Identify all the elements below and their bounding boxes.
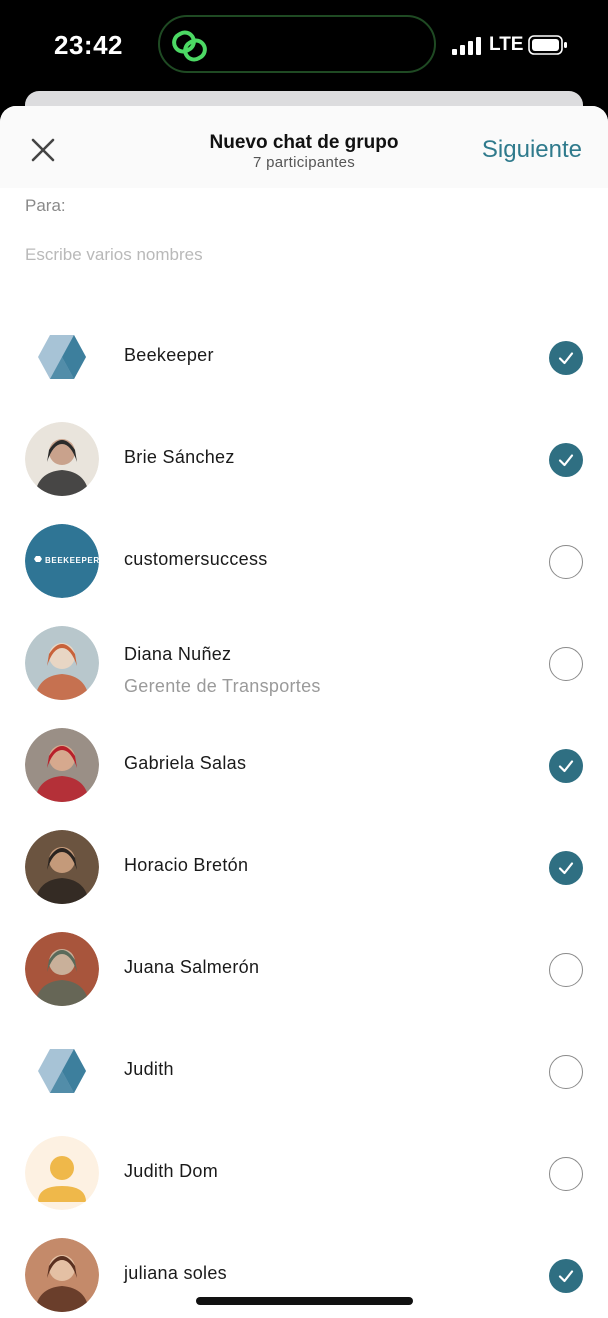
contact-name: Gabriela Salas [124,753,247,773]
recipient-search-input[interactable] [25,242,565,268]
status-bar: 23:42 LTE [0,0,608,92]
to-label: Para: [25,196,66,215]
next-button[interactable]: Siguiente [482,136,582,164]
avatar [25,728,99,802]
contact-row[interactable]: Horacio Bretón [0,816,608,918]
contact-row[interactable]: Gabriela Salas [0,714,608,816]
profile-photo [25,728,99,802]
hexagon-logo-icon [38,335,86,379]
avatar [25,932,99,1006]
contact-name: Diana Nuñez [124,644,232,664]
contact-row[interactable]: BEEKEEPER customersuccess [0,510,608,612]
selected-checkbox[interactable] [549,341,583,375]
contact-name: Brie Sánchez [124,447,235,467]
beekeeper-badge-icon: BEEKEEPER [25,524,99,598]
profile-photo [25,626,99,700]
contact-name: Beekeeper [124,345,214,365]
contact-name: juliana soles [124,1263,227,1283]
hexagon-logo-icon [38,1049,86,1093]
checkmark-icon [558,454,574,467]
checkmark-icon [558,862,574,875]
profile-photo [25,932,99,1006]
avatar [25,830,99,904]
contact-row[interactable]: Brie Sánchez [0,408,608,510]
avatar [25,1034,99,1108]
contact-row[interactable]: Diana Nuñez Gerente de Transportes [0,612,608,714]
network-type: LTE [489,34,524,55]
contact-role: Gerente de Transportes [124,676,321,696]
unselected-checkbox[interactable] [549,1157,583,1191]
new-group-chat-sheet: Nuevo chat de grupo 7 participantes Sigu… [0,106,608,1318]
profile-photo [25,830,99,904]
clock-time: 23:42 [54,30,123,60]
avatar [25,626,99,700]
link-rings-icon [172,30,207,62]
contact-name: customersuccess [124,549,268,569]
avatar [25,422,99,496]
avatar [25,1238,99,1312]
cellular-signal-icon [452,37,481,55]
contact-name: Horacio Bretón [124,855,249,875]
unselected-checkbox[interactable] [549,545,583,579]
unselected-checkbox[interactable] [549,1055,583,1089]
contact-name: Judith Dom [124,1161,219,1181]
contact-row[interactable]: Beekeeper [0,306,608,408]
unselected-checkbox[interactable] [549,953,583,987]
sheet-header: Nuevo chat de grupo 7 participantes Sigu… [0,106,608,188]
contact-name: Judith [124,1059,174,1079]
profile-photo [25,1238,99,1312]
avatar [25,320,99,394]
contact-row[interactable]: Juana Salmerón [0,918,608,1020]
battery-icon [528,35,567,55]
avatar [25,1136,99,1210]
selected-checkbox[interactable] [549,1259,583,1293]
unselected-checkbox[interactable] [549,647,583,681]
contact-row[interactable]: Judith [0,1020,608,1122]
badge-text: BEEKEEPER [45,556,99,565]
default-person-icon [25,1136,99,1210]
home-indicator [196,1297,413,1305]
profile-photo [25,422,99,496]
selected-checkbox[interactable] [549,851,583,885]
checkmark-icon [558,352,574,365]
contact-list: Beekeeper Brie Sánchez BEEKEEPER custome… [0,306,608,1318]
selected-checkbox[interactable] [549,443,583,477]
checkmark-icon [558,760,574,773]
checkmark-icon [558,1270,574,1283]
dynamic-island [158,15,436,73]
contact-name: Juana Salmerón [124,957,260,977]
avatar: BEEKEEPER [25,524,99,598]
contact-row[interactable]: Judith Dom [0,1122,608,1224]
selected-checkbox[interactable] [549,749,583,783]
